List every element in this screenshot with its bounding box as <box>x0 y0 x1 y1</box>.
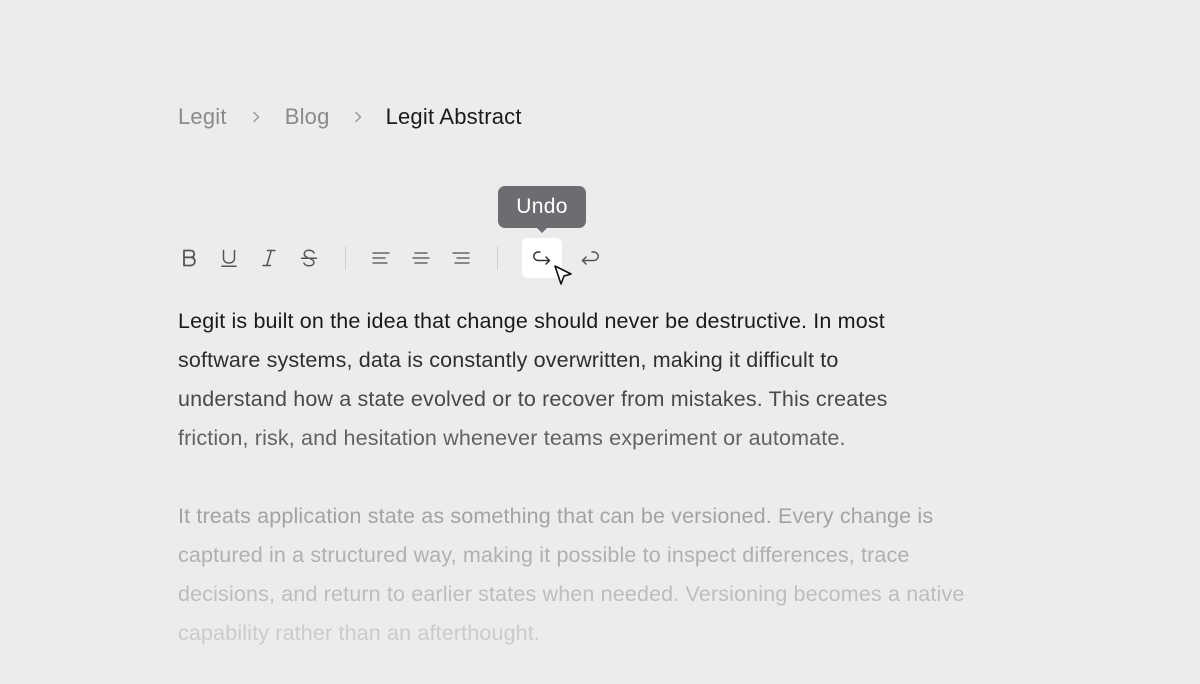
chevron-right-icon <box>330 111 386 123</box>
breadcrumb-item-legit[interactable]: Legit <box>178 104 227 130</box>
editor-content[interactable]: Legit is built on the idea that change s… <box>178 302 1058 653</box>
underline-icon <box>221 249 237 267</box>
strikethrough-button[interactable] <box>289 238 329 278</box>
strikethrough-icon <box>300 249 318 267</box>
align-center-button[interactable] <box>401 238 441 278</box>
italic-icon <box>262 249 276 267</box>
text-line: understand how a state evolved or to rec… <box>178 387 888 411</box>
italic-button[interactable] <box>249 238 289 278</box>
text-line: decisions, and return to earlier states … <box>178 582 965 606</box>
redo-button[interactable] <box>570 238 610 278</box>
undo-tooltip: Undo <box>498 186 586 228</box>
underline-button[interactable] <box>209 238 249 278</box>
tooltip-arrow <box>536 227 548 233</box>
mouse-pointer-icon <box>554 265 572 285</box>
paragraph: It treats application state as something… <box>178 497 1058 653</box>
align-right-icon <box>452 252 470 264</box>
editor-page: Legit Blog Legit Abstract Undo Legit is … <box>0 0 1200 684</box>
breadcrumb-item-blog[interactable]: Blog <box>285 104 330 130</box>
breadcrumb-item-current: Legit Abstract <box>385 104 522 129</box>
breadcrumb: Legit Blog Legit Abstract <box>178 100 522 134</box>
redo-icon <box>581 251 599 265</box>
text-line: Legit is built on the idea that change s… <box>178 309 885 333</box>
text-line: captured in a structured way, making it … <box>178 543 910 567</box>
align-left-icon <box>372 252 390 264</box>
formatting-toolbar <box>0 238 1200 280</box>
toolbar-divider <box>497 246 498 270</box>
paragraph: Legit is built on the idea that change s… <box>178 302 1058 458</box>
align-left-button[interactable] <box>361 238 401 278</box>
text-line: It treats application state as something… <box>178 504 934 528</box>
bold-button[interactable] <box>169 238 209 278</box>
chevron-right-icon <box>227 111 285 123</box>
bold-icon <box>183 249 196 267</box>
text-line: software systems, data is constantly ove… <box>178 348 839 372</box>
toolbar-divider <box>345 246 346 270</box>
text-line: friction, risk, and hesitation whenever … <box>178 426 846 450</box>
undo-icon <box>533 251 551 265</box>
align-right-button[interactable] <box>441 238 481 278</box>
text-line: capability rather than an afterthought. <box>178 621 541 645</box>
align-center-icon <box>412 252 430 264</box>
